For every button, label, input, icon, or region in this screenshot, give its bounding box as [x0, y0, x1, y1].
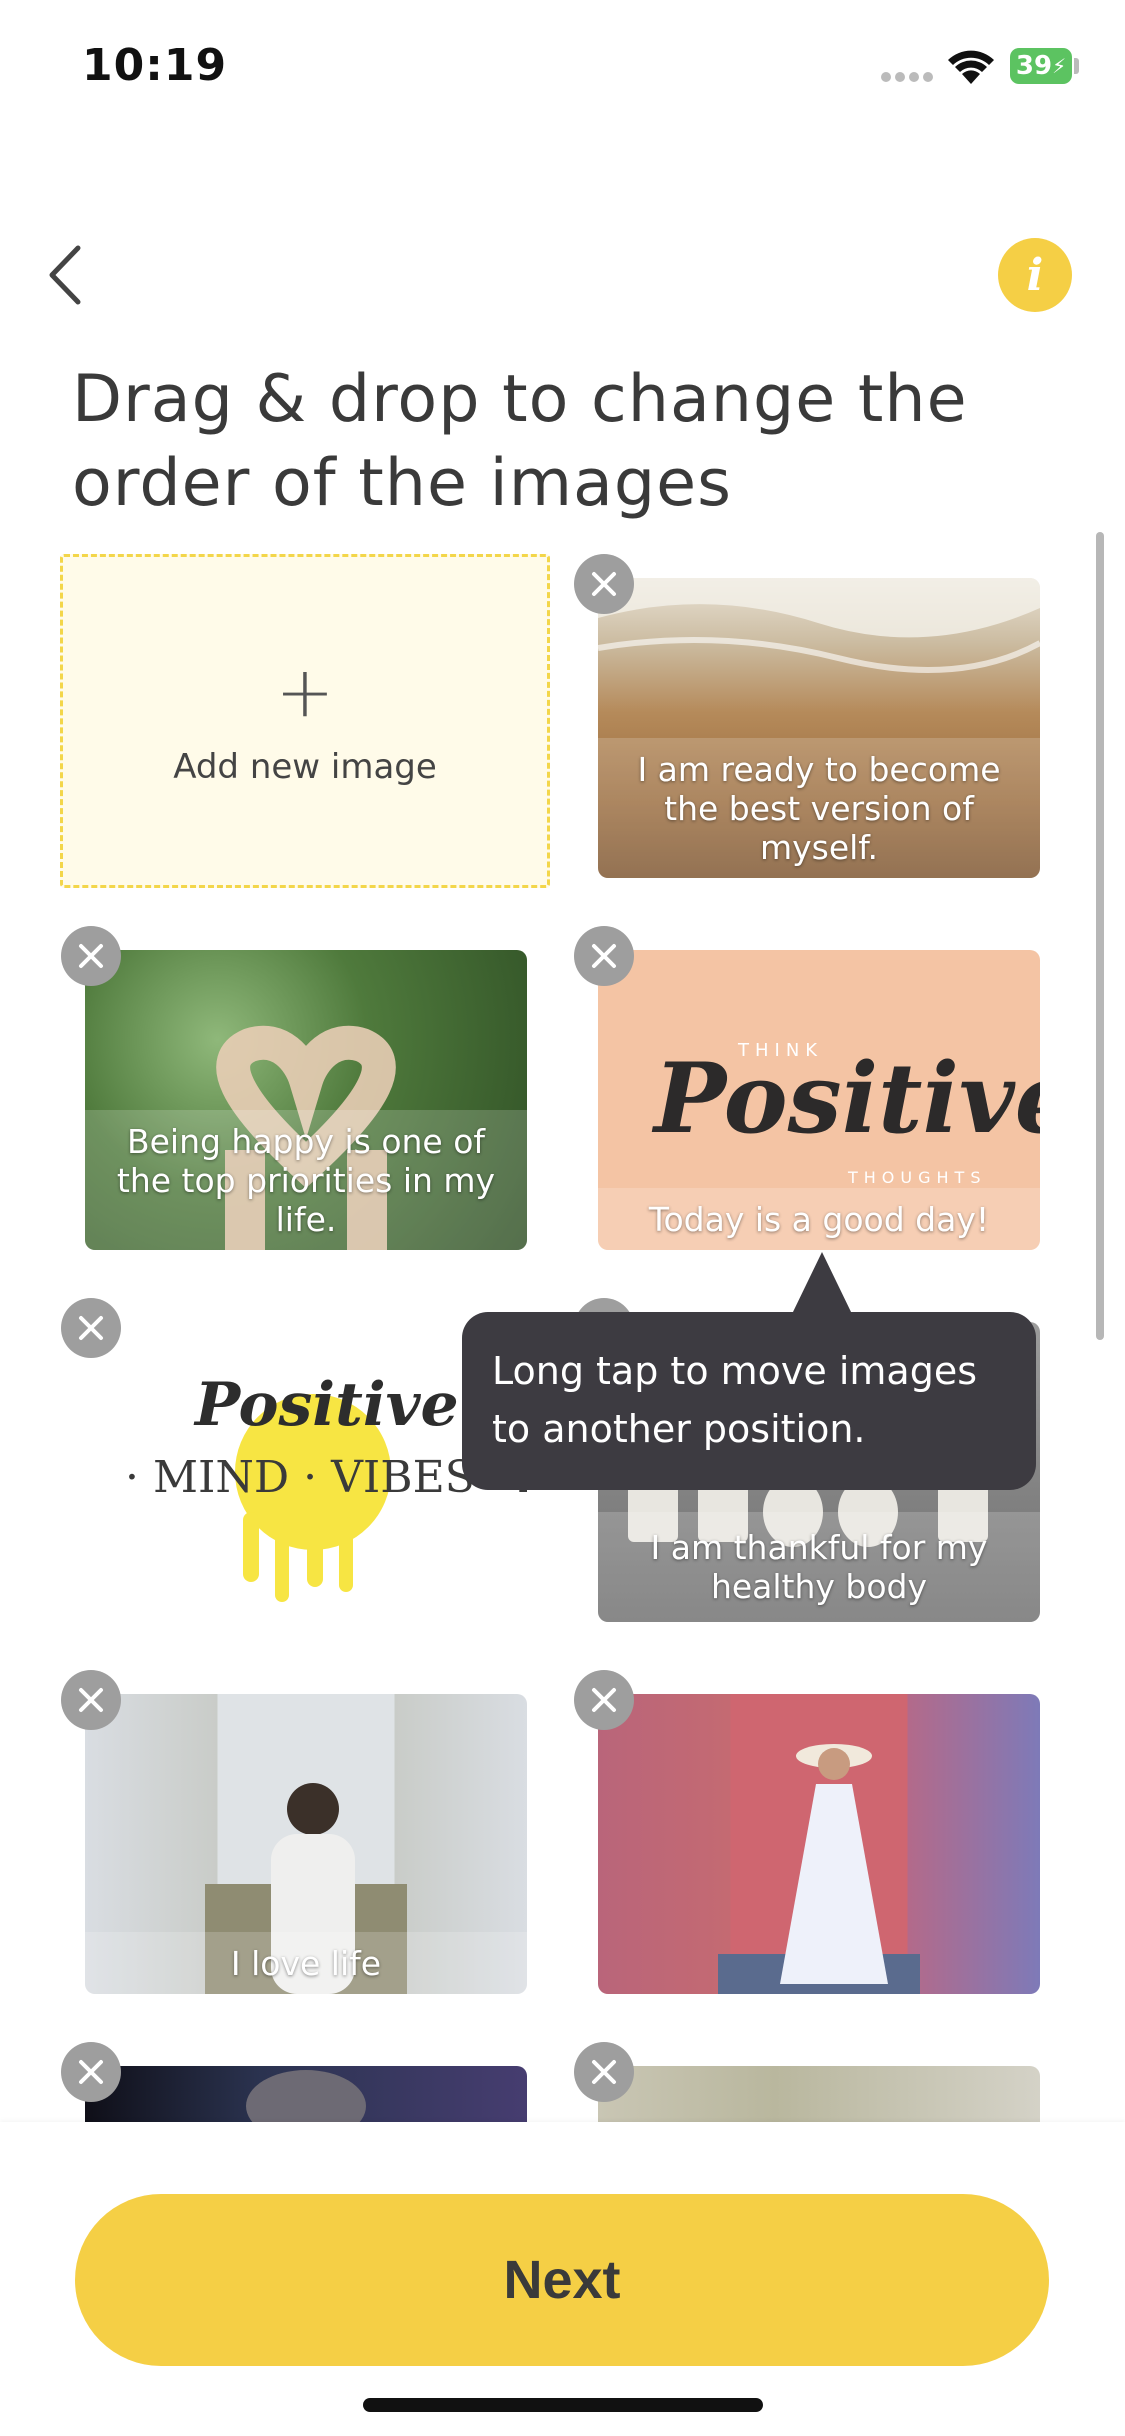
page-title: Drag & drop to change the order of the i…	[72, 362, 968, 521]
remove-image-button[interactable]	[61, 2042, 121, 2102]
close-icon	[592, 1688, 616, 1712]
woman-photo	[718, 1744, 920, 1994]
image-tile[interactable]: I am ready to become the best version of…	[598, 578, 1040, 878]
back-chevron-icon[interactable]	[40, 240, 100, 310]
next-button[interactable]: Next	[75, 2194, 1049, 2366]
add-image-tile[interactable]: + Add new image	[60, 554, 550, 888]
remove-image-button[interactable]	[61, 1670, 121, 1730]
close-icon	[79, 1316, 103, 1340]
remove-image-button[interactable]	[61, 1298, 121, 1358]
close-icon	[592, 944, 616, 968]
image-tile[interactable]: THINK Positive THOUGHTS Today is a good …	[598, 950, 1040, 1250]
info-icon: i	[1026, 249, 1044, 301]
add-image-label: Add new image	[173, 747, 437, 787]
image-caption: I am ready to become the best version of…	[598, 738, 1040, 878]
image-tile[interactable]: Being happy is one of the top priorities…	[85, 950, 527, 1250]
close-icon	[79, 1688, 103, 1712]
tooltip: Long tap to move images to another posit…	[462, 1312, 1036, 1490]
poster-bottom-text: THOUGHTS	[848, 1168, 987, 1187]
remove-image-button[interactable]	[574, 2042, 634, 2102]
home-indicator[interactable]	[363, 2398, 763, 2412]
image-caption: I love life	[85, 1932, 527, 1994]
remove-image-button[interactable]	[574, 1670, 634, 1730]
wifi-icon	[948, 50, 994, 84]
remove-image-button[interactable]	[574, 926, 634, 986]
scrollbar-thumb[interactable]	[1096, 532, 1104, 1340]
battery-tip	[1074, 58, 1079, 74]
remove-image-button[interactable]	[61, 926, 121, 986]
plus-icon: +	[275, 651, 335, 733]
signal-icon	[881, 72, 933, 82]
logo-word: Positive	[195, 1370, 459, 1440]
image-tile[interactable]: Positive · MIND · VIBES · LIFE	[85, 1322, 527, 1622]
close-icon	[592, 2060, 616, 2084]
close-icon	[592, 572, 616, 596]
close-icon	[79, 2060, 103, 2084]
info-button[interactable]: i	[998, 238, 1072, 312]
remove-image-button[interactable]	[574, 554, 634, 614]
image-caption: Today is a good day!	[598, 1188, 1040, 1250]
close-icon	[79, 944, 103, 968]
poster-word: Positive	[654, 1042, 1040, 1155]
image-tile[interactable]: I love life	[85, 1694, 527, 1994]
image-caption: I am thankful for my healthy body	[598, 1512, 1040, 1622]
battery-icon: 39 ⚡	[1010, 48, 1072, 84]
image-caption: Being happy is one of the top priorities…	[85, 1110, 527, 1250]
tooltip-arrow	[792, 1252, 852, 1314]
status-time: 10:19	[82, 40, 228, 91]
image-tile[interactable]	[598, 1694, 1040, 1994]
